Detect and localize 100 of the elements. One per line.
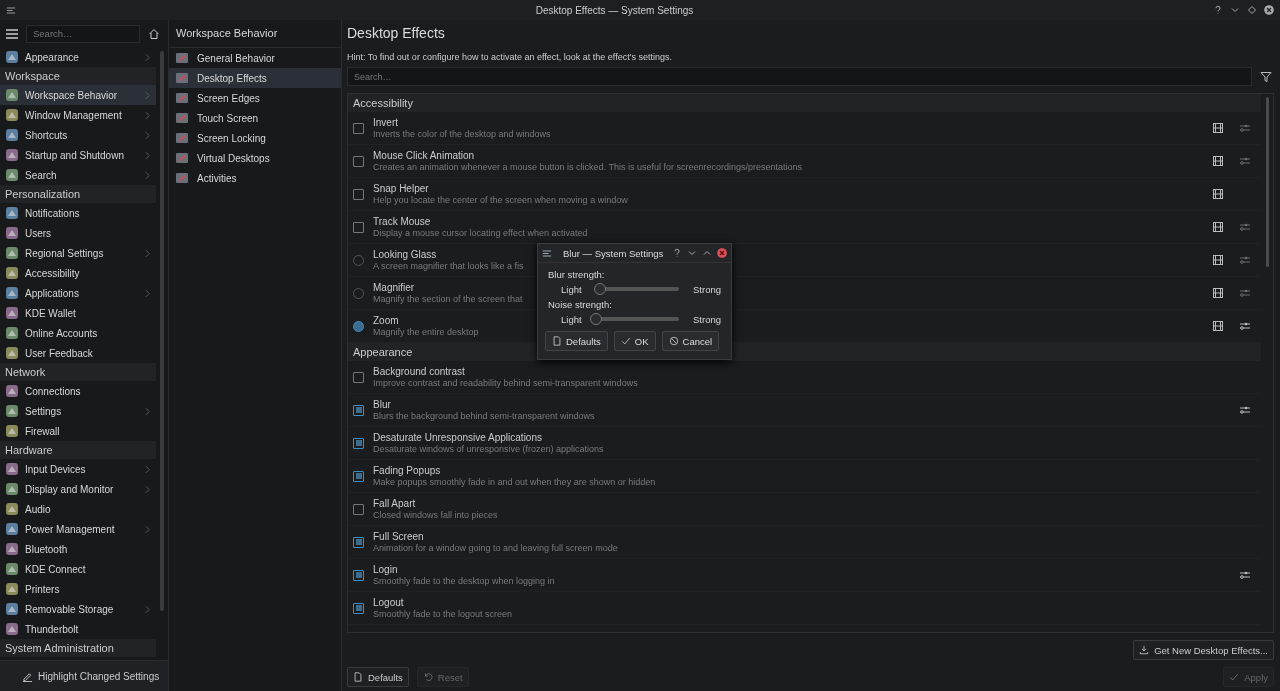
- effect-name: Logout: [373, 597, 404, 608]
- search-field[interactable]: Search…: [347, 67, 1252, 86]
- film-icon[interactable]: [1212, 122, 1224, 134]
- checkbox[interactable]: [353, 437, 364, 449]
- page-title: Desktop Effects: [347, 24, 446, 43]
- effect-description: Closed windows fall into pieces: [373, 510, 498, 520]
- sidebar-item[interactable]: Applications: [0, 283, 156, 303]
- film-icon[interactable]: [1212, 188, 1224, 200]
- sliders-icon[interactable]: [1239, 569, 1251, 581]
- maximize-icon[interactable]: [702, 248, 712, 258]
- module-icon: [175, 51, 189, 65]
- sidebar-item[interactable]: KDE Connect: [0, 559, 156, 579]
- film-icon[interactable]: [1212, 221, 1224, 233]
- effect-name: Full Screen: [373, 531, 424, 542]
- subpage-item[interactable]: Screen Locking: [169, 128, 341, 148]
- sidebar-item[interactable]: Input Devices: [0, 459, 156, 479]
- cancel-icon: [668, 336, 679, 346]
- checkbox[interactable]: [353, 371, 364, 383]
- sidebar-item[interactable]: Connections: [0, 381, 156, 401]
- subpage-item[interactable]: General Behavior: [169, 48, 341, 68]
- app-icon: [5, 88, 19, 102]
- subpage-item[interactable]: Activities: [169, 168, 341, 188]
- menu-icon[interactable]: [6, 28, 18, 39]
- checkbox[interactable]: [353, 602, 364, 614]
- subpage-item[interactable]: Virtual Desktops: [169, 148, 341, 168]
- sidebar-item[interactable]: Startup and Shutdown: [0, 145, 156, 165]
- help-icon[interactable]: [672, 248, 682, 258]
- app-icon: [5, 346, 19, 360]
- film-icon[interactable]: [1212, 155, 1224, 167]
- sliders-icon[interactable]: [1239, 287, 1251, 299]
- sliders-icon[interactable]: [1239, 122, 1251, 134]
- minimize-icon[interactable]: [687, 248, 697, 258]
- sliders-icon[interactable]: [1239, 320, 1251, 332]
- filter-icon[interactable]: [1260, 70, 1272, 83]
- maximize-icon[interactable]: [1247, 5, 1257, 15]
- cancel-button[interactable]: Cancel: [661, 331, 720, 351]
- get-new-effects-button[interactable]: Get New Desktop Effects...: [1133, 640, 1274, 660]
- slider-handle[interactable]: [589, 313, 602, 325]
- sidebar-item[interactable]: Online Accounts: [0, 323, 156, 343]
- hint-text: Hint: To find out or configure how to activate an effect, look at the effect's settings.: [347, 51, 673, 62]
- sliders-icon[interactable]: [1239, 254, 1251, 266]
- checkbox[interactable]: [353, 503, 364, 515]
- sidebar-item[interactable]: Notifications: [0, 203, 156, 223]
- app-icon: [5, 502, 19, 516]
- sidebar-item[interactable]: Bluetooth: [0, 539, 156, 559]
- radio-button[interactable]: [353, 320, 364, 332]
- sidebar-item[interactable]: Thunderbolt: [0, 619, 156, 639]
- subpage-item[interactable]: Screen Edges: [169, 88, 341, 108]
- sidebar-item[interactable]: Firewall: [0, 421, 156, 441]
- checkbox[interactable]: [353, 155, 364, 167]
- sidebar-item[interactable]: Users: [0, 223, 156, 243]
- sidebar-item[interactable]: User Feedback: [0, 343, 156, 363]
- sidebar-item[interactable]: Printers: [0, 579, 156, 599]
- defaults-button[interactable]: Defaults: [347, 667, 409, 687]
- sidebar-item[interactable]: Removable Storage: [0, 599, 156, 619]
- sidebar-item[interactable]: Audio: [0, 499, 156, 519]
- defaults-button[interactable]: Defaults: [545, 331, 608, 351]
- close-icon[interactable]: [717, 248, 727, 258]
- sidebar-item[interactable]: Regional Settings: [0, 243, 156, 263]
- subpage-item[interactable]: Desktop Effects: [169, 68, 341, 88]
- checkbox[interactable]: [353, 188, 364, 200]
- category-header: Workspace: [0, 67, 156, 85]
- sliders-icon[interactable]: [1239, 404, 1251, 416]
- scrollbar[interactable]: [1265, 97, 1269, 267]
- module-icon: [175, 91, 189, 105]
- checkbox[interactable]: [353, 404, 364, 416]
- chevron-icon: [145, 524, 150, 534]
- minimize-icon[interactable]: [1230, 5, 1240, 15]
- sidebar-item[interactable]: Settings: [0, 401, 156, 421]
- checkbox[interactable]: [353, 221, 364, 233]
- sliders-icon[interactable]: [1239, 155, 1251, 167]
- home-icon[interactable]: [148, 27, 160, 40]
- effect-description: Blurs the background behind semi-transparent windows: [373, 411, 595, 421]
- help-icon[interactable]: [1213, 5, 1223, 15]
- app-icon: [5, 582, 19, 596]
- menu-icon[interactable]: [6, 5, 16, 15]
- menu-icon[interactable]: [542, 248, 552, 258]
- sidebar-item[interactable]: Accessibility: [0, 263, 156, 283]
- search-field[interactable]: Search…: [26, 24, 140, 43]
- checkbox[interactable]: [353, 569, 364, 581]
- film-icon[interactable]: [1212, 320, 1224, 332]
- sliders-icon[interactable]: [1239, 221, 1251, 233]
- scrollbar[interactable]: [160, 51, 164, 611]
- ok-button[interactable]: OK: [613, 331, 656, 351]
- checkbox[interactable]: [353, 470, 364, 482]
- sidebar-item[interactable]: Workspace Behavior: [0, 85, 156, 105]
- sidebar-item[interactable]: Window Management: [0, 105, 156, 125]
- sidebar-item[interactable]: KDE Wallet: [0, 303, 156, 323]
- sidebar-item[interactable]: Display and Monitor: [0, 479, 156, 499]
- film-icon[interactable]: [1212, 287, 1224, 299]
- close-icon[interactable]: [1264, 5, 1274, 15]
- sidebar-item[interactable]: Appearance: [0, 47, 156, 67]
- checkbox[interactable]: [353, 122, 364, 134]
- film-icon[interactable]: [1212, 254, 1224, 266]
- slider-handle[interactable]: [593, 283, 606, 295]
- checkbox[interactable]: [353, 536, 364, 548]
- sidebar-item[interactable]: Power Management: [0, 519, 156, 539]
- sidebar-item[interactable]: Search: [0, 165, 156, 185]
- sidebar-item[interactable]: Shortcuts: [0, 125, 156, 145]
- subpage-item[interactable]: Touch Screen: [169, 108, 341, 128]
